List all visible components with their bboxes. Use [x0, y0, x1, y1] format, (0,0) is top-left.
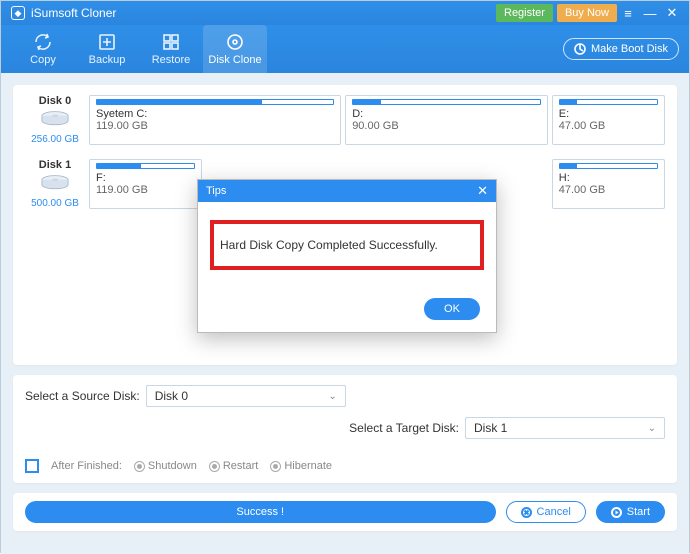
disk-drive-icon [38, 107, 72, 134]
partition-letter: Syetem C: [96, 108, 334, 120]
dialog-message-highlight: Hard Disk Copy Completed Successfully. [210, 220, 484, 270]
tab-copy[interactable]: Copy [11, 25, 75, 73]
disk-capacity: 256.00 GB [31, 134, 79, 145]
tab-disk-clone[interactable]: Disk Clone [203, 25, 267, 73]
partition[interactable]: E:47.00 GB [552, 95, 665, 145]
restore-icon [161, 32, 181, 52]
minimize-icon[interactable]: — [639, 6, 661, 21]
app-title: iSumsoft Cloner [31, 6, 116, 20]
tab-label: Copy [30, 54, 56, 66]
disk-drive-icon [38, 171, 72, 198]
after-finished-checkbox[interactable] [25, 459, 39, 473]
play-icon [611, 507, 622, 518]
partition-size: 119.00 GB [96, 120, 334, 132]
buy-now-button[interactable]: Buy Now [557, 4, 617, 22]
backup-icon [97, 32, 117, 52]
partition-usage-bar [559, 99, 658, 105]
progress-text: Success ! [236, 506, 284, 518]
partition-usage-bar [559, 163, 658, 169]
disk-head: Disk 0 256.00 GB [25, 95, 85, 145]
source-disk-label: Select a Source Disk: [25, 389, 140, 403]
make-boot-disk-button[interactable]: Make Boot Disk [563, 38, 679, 60]
partition-usage-bar [96, 99, 334, 105]
chevron-down-icon: ⌄ [648, 423, 656, 434]
dialog-close-icon[interactable]: ✕ [477, 183, 488, 199]
partition[interactable]: F:119.00 GB [89, 159, 202, 209]
target-disk-dropdown[interactable]: Disk 1 ⌄ [465, 417, 665, 439]
register-button[interactable]: Register [496, 4, 553, 22]
partition[interactable]: Syetem C:119.00 GB [89, 95, 341, 145]
boot-disk-icon [574, 43, 586, 55]
chevron-down-icon: ⌄ [328, 391, 336, 402]
partition-letter: F: [96, 172, 195, 184]
tab-label: Restore [152, 54, 191, 66]
disk-head: Disk 1 500.00 GB [25, 159, 85, 209]
selector-panel: Select a Source Disk: Disk 0 ⌄ Select a … [13, 375, 677, 483]
restart-radio[interactable]: Restart [209, 460, 258, 472]
after-finished-label: After Finished: [51, 460, 122, 472]
menu-icon[interactable]: ≡ [617, 6, 639, 21]
partition-usage-bar [352, 99, 541, 105]
source-disk-dropdown[interactable]: Disk 0 ⌄ [146, 385, 346, 407]
start-button[interactable]: Start [596, 501, 665, 523]
dialog-message: Hard Disk Copy Completed Successfully. [220, 238, 438, 252]
partition-letter: D: [352, 108, 541, 120]
dialog-ok-button[interactable]: OK [424, 298, 480, 320]
tab-label: Disk Clone [208, 54, 261, 66]
partition-size: 119.00 GB [96, 184, 195, 196]
close-icon[interactable]: ✕ [661, 5, 683, 21]
disk-row: Disk 0256.00 GBSyetem C:119.00 GBD:90.00… [25, 95, 665, 145]
tab-backup[interactable]: Backup [75, 25, 139, 73]
action-panel: Success ! Cancel Start [13, 493, 677, 531]
hibernate-radio[interactable]: Hibernate [270, 460, 332, 472]
refresh-icon [33, 32, 53, 52]
dialog-header: Tips ✕ [198, 180, 496, 202]
disk-clone-icon [225, 32, 245, 52]
partition-size: 47.00 GB [559, 184, 658, 196]
make-boot-label: Make Boot Disk [591, 43, 668, 55]
tab-restore[interactable]: Restore [139, 25, 203, 73]
tab-label: Backup [89, 54, 126, 66]
shutdown-radio[interactable]: Shutdown [134, 460, 197, 472]
dropdown-value: Disk 1 [474, 421, 507, 435]
cancel-button[interactable]: Cancel [506, 501, 586, 523]
partition-usage-bar [96, 163, 195, 169]
partition-size: 47.00 GB [559, 120, 658, 132]
app-logo-icon: ◆ [11, 6, 25, 20]
disk-name: Disk 1 [39, 159, 71, 171]
cancel-label: Cancel [537, 506, 571, 518]
ok-label: OK [444, 303, 460, 315]
disk-capacity: 500.00 GB [31, 198, 79, 209]
disk-name: Disk 0 [39, 95, 71, 107]
dialog-title: Tips [206, 185, 226, 197]
dropdown-value: Disk 0 [155, 389, 188, 403]
partition-size: 90.00 GB [352, 120, 541, 132]
progress-bar: Success ! [25, 501, 496, 523]
partition[interactable]: H:47.00 GB [552, 159, 665, 209]
target-disk-label: Select a Target Disk: [349, 421, 459, 435]
titlebar: ◆ iSumsoft Cloner Register Buy Now ≡ — ✕ [1, 1, 689, 25]
partition-letter: E: [559, 108, 658, 120]
toolbar: Copy Backup Restore Disk Clone Make Boot… [1, 25, 689, 73]
tips-dialog: Tips ✕ Hard Disk Copy Completed Successf… [197, 179, 497, 333]
partition-letter: H: [559, 172, 658, 184]
start-label: Start [627, 506, 650, 518]
cancel-icon [521, 507, 532, 518]
partition[interactable]: D:90.00 GB [345, 95, 548, 145]
